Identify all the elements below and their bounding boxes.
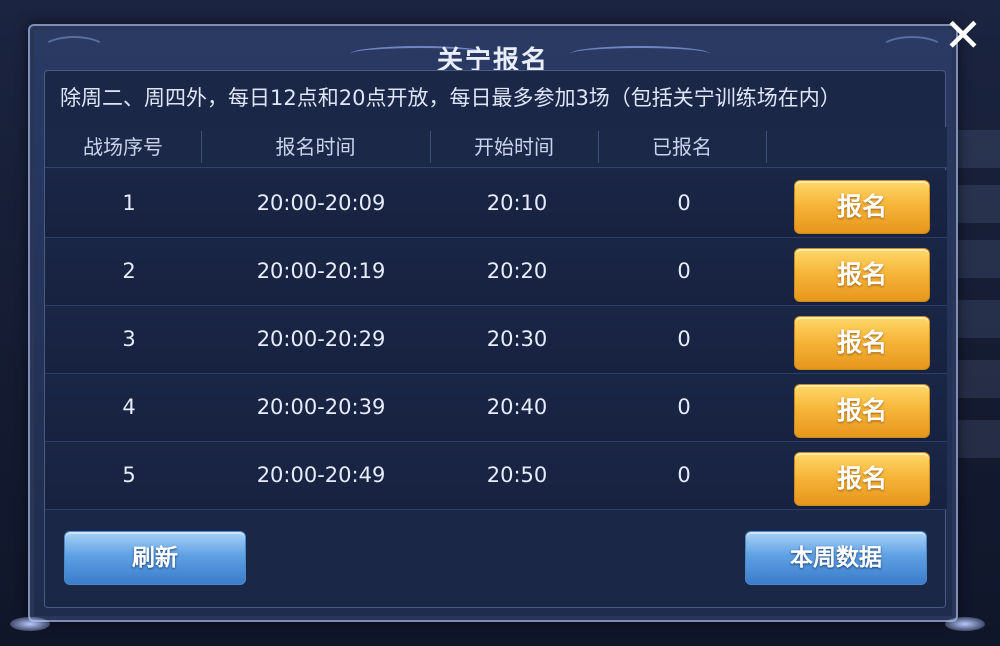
table-row: 1 20:00-20:09 20:10 0 报名 [45,170,947,238]
row-registered: 0 [677,463,691,487]
signup-button[interactable]: 报名 [794,452,930,506]
row-signup-time: 20:00-20:09 [256,191,386,215]
signup-button[interactable]: 报名 [794,180,930,234]
glow-decoration [945,617,985,631]
row-start-time: 20:50 [486,463,548,487]
header-divider [766,131,767,163]
background-decoration [955,360,1000,398]
row-registered: 0 [677,327,691,351]
row-signup-time: 20:00-20:19 [256,259,386,283]
row-start-time: 20:40 [486,395,548,419]
table-row: 3 20:00-20:29 20:30 0 报名 [45,306,947,374]
table-row: 5 20:00-20:49 20:50 0 报名 [45,442,947,510]
row-signup-time: 20:00-20:39 [256,395,386,419]
signup-button[interactable]: 报名 [794,248,930,302]
close-button[interactable]: ✕ [938,10,988,60]
table-row: 4 20:00-20:39 20:40 0 报名 [45,374,947,442]
header-index: 战场序号 [83,135,163,159]
row-start-time: 20:10 [486,191,548,215]
row-registered: 0 [677,191,691,215]
header-start-time: 开始时间 [474,135,554,159]
row-index: 3 [122,327,136,351]
row-index: 1 [122,191,136,215]
row-registered: 0 [677,395,691,419]
schedule-notice: 除周二、周四外，每日12点和20点开放，每日最多参加3场（包括关宁训练场在内） [60,86,841,110]
glow-decoration [10,617,50,631]
background-decoration [955,420,1000,458]
table-row: 2 20:00-20:19 20:20 0 报名 [45,238,947,306]
signup-button[interactable]: 报名 [794,316,930,370]
header-signup-time: 报名时间 [275,135,356,159]
row-signup-time: 20:00-20:29 [256,327,386,351]
header-registered: 已报名 [652,135,712,159]
weekly-data-button[interactable]: 本周数据 [745,531,927,585]
background-decoration [955,130,1000,168]
signup-button[interactable]: 报名 [794,384,930,438]
row-signup-time: 20:00-20:49 [256,463,386,487]
row-start-time: 20:30 [486,327,548,351]
close-icon: ✕ [943,8,983,62]
row-index: 5 [122,463,136,487]
row-index: 4 [122,395,136,419]
row-start-time: 20:20 [486,259,548,283]
background-decoration [955,240,1000,278]
table-header: 战场序号 报名时间 开始时间 已报名 [45,127,947,168]
refresh-button[interactable]: 刷新 [64,531,246,585]
row-registered: 0 [677,259,691,283]
background-decoration [955,185,1000,223]
background-decoration [955,300,1000,338]
row-index: 2 [122,259,136,283]
